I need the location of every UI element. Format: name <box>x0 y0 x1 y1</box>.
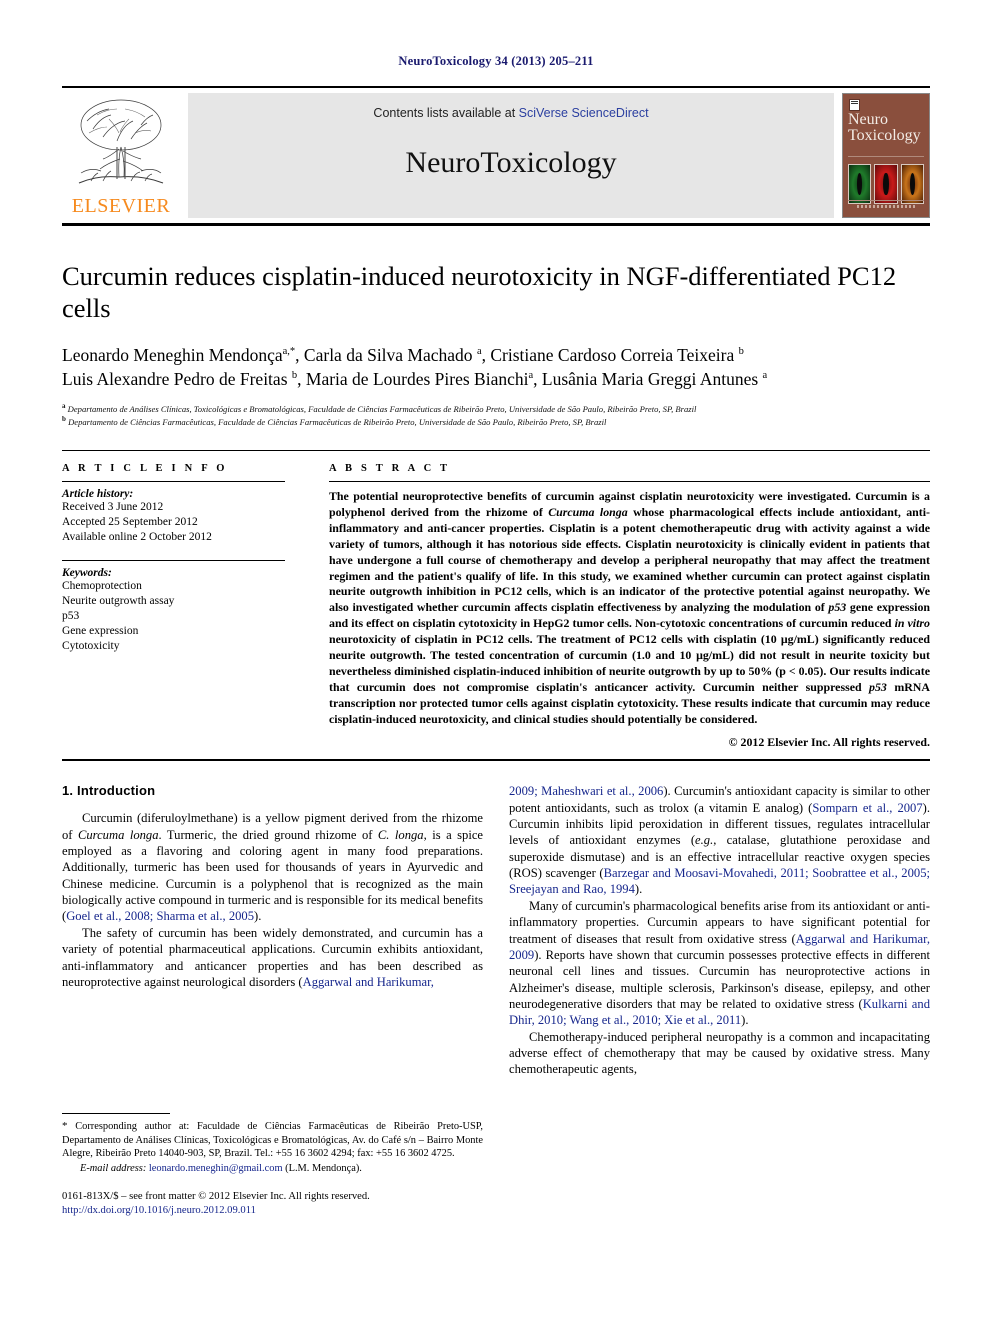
abstract-copyright: © 2012 Elsevier Inc. All rights reserved… <box>728 735 930 750</box>
journal-cover-thumbnail[interactable]: Neuro Toxicology <box>842 93 930 218</box>
issn-line: 0161-813X/$ – see front matter © 2012 El… <box>62 1190 370 1202</box>
sciencedirect-link[interactable]: SciVerse ScienceDirect <box>519 106 649 120</box>
email-link[interactable]: leonardo.meneghin@gmail.com <box>149 1163 283 1174</box>
abstract-column: A B S T R A C T The potential neuroprote… <box>307 463 930 751</box>
citation-link[interactable]: Somparn et al., 2007 <box>812 801 922 815</box>
micrograph-green <box>848 164 872 204</box>
intro-paragraph-5: Chemotherapy-induced peripheral neuropat… <box>509 1029 930 1077</box>
intro-paragraph-2: The safety of curcumin has been widely d… <box>62 925 483 989</box>
footnote-rule <box>62 1113 170 1115</box>
abstract-label: A B S T R A C T <box>329 463 451 475</box>
body-column-left: 1. Introduction Curcumin (diferuloylmeth… <box>62 783 483 1218</box>
title-block: Curcumin reduces cisplatin-induced neuro… <box>62 260 930 428</box>
keyword-item: Gene expression <box>62 625 139 638</box>
received-date: Received 3 June 2012 <box>62 501 164 514</box>
masthead-bottom-rule <box>62 223 930 226</box>
keyword-item: Chemoprotection <box>62 579 142 592</box>
author-line-2: Luis Alexandre Pedro de Freitas b, Maria… <box>62 368 768 389</box>
cover-divider <box>848 156 924 157</box>
elsevier-tree-icon <box>78 99 164 184</box>
cover-footer-rule <box>848 200 924 201</box>
keyword-item: p53 <box>62 609 80 622</box>
abstract-bottom-rule <box>62 759 930 762</box>
sciencedirect-banner: Contents lists available at SciVerse Sci… <box>188 93 834 218</box>
corresponding-author-note: * Corresponding author at: Faculdade de … <box>62 1120 483 1160</box>
section-heading-introduction: 1. Introduction <box>62 783 156 799</box>
body-column-right: 2009; Maheshwari et al., 2006). Curcumin… <box>509 783 930 1218</box>
article-info-label: A R T I C L E I N F O <box>62 463 228 475</box>
author-list: Leonardo Meneghin Mendonçaa,*, Carla da … <box>62 343 930 391</box>
journal-masthead: ELSEVIER Contents lists available at Sci… <box>62 86 930 218</box>
affiliation-list: a Departamento de Análises Clínicas, Tox… <box>62 402 930 428</box>
page-title: Curcumin reduces cisplatin-induced neuro… <box>62 261 897 324</box>
article-history-title: Article history: <box>62 488 134 501</box>
journal-title: NeuroToxicology <box>405 146 617 179</box>
micrograph-red <box>874 164 898 204</box>
accepted-date: Accepted 25 September 2012 <box>62 516 198 529</box>
paper-page: NeuroToxicology 34 (2013) 205–211 ELSEVI… <box>0 0 992 1323</box>
intro-paragraph-1: Curcumin (diferuloylmethane) is a yellow… <box>62 811 483 924</box>
affiliation-a: a Departamento de Análises Clínicas, Tox… <box>62 401 697 414</box>
elsevier-wordmark: ELSEVIER <box>71 195 171 217</box>
keywords-title: Keywords: <box>62 566 112 579</box>
cover-title: Neuro Toxicology <box>848 111 921 145</box>
doi-link[interactable]: http://dx.doi.org/10.1016/j.neuro.2012.0… <box>62 1205 256 1216</box>
citation-link[interactable]: Aggarwal and Harikumar, <box>303 975 434 989</box>
author-line-1: Leonardo Meneghin Mendonçaa,*, Carla da … <box>62 344 744 365</box>
cover-footer-text <box>857 205 915 208</box>
keyword-item: Cytotoxicity <box>62 640 120 653</box>
contents-prefix: Contents lists available at <box>373 106 519 120</box>
article-info-column: A R T I C L E I N F O Article history: R… <box>62 463 307 751</box>
abstract-text: The potential neuroprotective benefits o… <box>329 489 930 750</box>
available-online-date: Available online 2 October 2012 <box>62 531 212 544</box>
citation-link[interactable]: 2009; Maheshwari et al., 2006 <box>509 784 663 798</box>
citation-link[interactable]: Goel et al., 2008; Sharma et al., 2005 <box>66 909 254 923</box>
article-history-group: Article history: Received 3 June 2012 Ac… <box>62 482 285 546</box>
contents-available-line: Contents lists available at SciVerse Sci… <box>373 106 648 120</box>
elsevier-logo: ELSEVIER <box>62 93 180 218</box>
keyword-item: Neurite outgrowth assay <box>62 594 175 607</box>
intro-paragraph-3: 2009; Maheshwari et al., 2006). Curcumin… <box>509 784 930 897</box>
corresponding-email-note: E-mail address: leonardo.meneghin@gmail.… <box>80 1162 362 1174</box>
body-columns: 1. Introduction Curcumin (diferuloylmeth… <box>62 783 930 1218</box>
info-abstract-row: A R T I C L E I N F O Article history: R… <box>62 450 930 751</box>
footnote-area: * Corresponding author at: Faculdade de … <box>62 1113 483 1218</box>
micrograph-orange <box>900 164 924 204</box>
cover-micrograph-panels <box>848 164 924 204</box>
keywords-group: Keywords: Chemoprotection Neurite outgro… <box>62 561 285 655</box>
running-head: NeuroToxicology 34 (2013) 205–211 <box>398 54 594 68</box>
affiliation-b: b Departamento de Ciências Farmacêuticas… <box>62 415 607 427</box>
issn-copyright-block: 0161-813X/$ – see front matter © 2012 El… <box>62 1190 483 1218</box>
cover-logo-icon <box>849 99 860 111</box>
intro-paragraph-4: Many of curcumin's pharmacological benef… <box>509 898 930 1028</box>
